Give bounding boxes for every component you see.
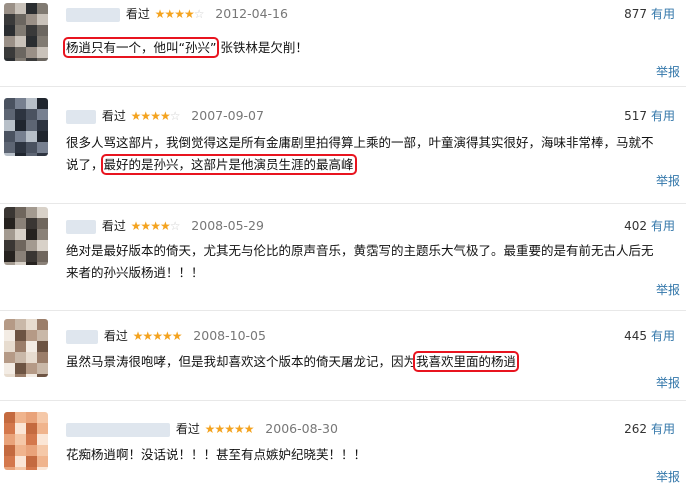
review-meta: 看过 ★★★★☆ 2008-05-29 402 有用 [66, 215, 681, 237]
report-link[interactable]: 举报 [656, 63, 680, 80]
review-meta: 看过 ★★★★☆ 2012-04-16 877 有用 [66, 3, 681, 25]
avatar[interactable] [4, 319, 48, 377]
review-item: 看过 ★★★★☆ 2012-04-16 877 有用 杨逍只有一个，他叫“孙兴” … [0, 0, 686, 87]
watched-label: 看过 [103, 329, 128, 343]
useful-link[interactable]: 有用 [651, 219, 675, 233]
username-blurred[interactable] [66, 219, 96, 234]
avatar[interactable] [4, 98, 48, 156]
rating-stars: ★★★★★ [204, 422, 255, 436]
vote-count: 402 有用 [624, 219, 675, 233]
review-item: 看过 ★★★★☆ 2008-05-29 402 有用 绝对是最好版本的倚天，尤其无… [0, 205, 686, 311]
review-item: 看过 ★★★★★ 2006-08-30 262 有用 花痴杨逍啊！没话说！！！甚至… [0, 404, 686, 493]
useful-link[interactable]: 有用 [651, 7, 675, 21]
watched-label: 看过 [101, 219, 126, 233]
watched-label: 看过 [101, 109, 126, 123]
review-meta: 看过 ★★★★★ 2008-10-05 445 有用 [66, 325, 681, 347]
useful-link[interactable]: 有用 [651, 329, 675, 343]
highlighted-text: 杨逍只有一个，他叫“孙兴” [62, 37, 220, 58]
review-date: 2008-05-29 [191, 218, 264, 233]
useful-link[interactable]: 有用 [651, 109, 675, 123]
watched-label: 看过 [175, 422, 200, 436]
review-comment: 杨逍只有一个，他叫“孙兴” 张铁林是欠削！ [62, 37, 308, 58]
review-comment: 虽然马景涛很咆哮，但是我却喜欢这个版本的倚天屠龙记，因为我喜欢里面的杨逍 [66, 351, 520, 372]
watched-label: 看过 [125, 7, 150, 21]
highlighted-text: 我喜欢里面的杨逍 [413, 351, 520, 372]
review-date: 2006-08-30 [265, 421, 338, 436]
review-date: 2007-09-07 [191, 108, 264, 123]
review-comment: 花痴杨逍啊！没话说！！！甚至有点嫉妒纪晓芙！！！ [66, 447, 367, 462]
review-meta: 看过 ★★★★☆ 2007-09-07 517 有用 [66, 105, 681, 127]
review-list: 看过 ★★★★☆ 2012-04-16 877 有用 杨逍只有一个，他叫“孙兴” … [0, 0, 686, 493]
rating-stars: ★★★★☆ [154, 7, 205, 21]
review-date: 2008-10-05 [193, 328, 266, 343]
report-link[interactable]: 举报 [656, 374, 680, 391]
username-blurred[interactable] [66, 422, 170, 437]
avatar[interactable] [4, 412, 48, 470]
vote-count: 445 有用 [624, 329, 675, 343]
report-link[interactable]: 举报 [656, 468, 680, 485]
review-comment: 很多人骂这部片，我倒觉得这是所有金庸剧里拍得算上乘的一部，叶童演得其实很好，海味… [66, 135, 654, 175]
username-blurred[interactable] [66, 7, 120, 22]
vote-count: 517 有用 [624, 109, 675, 123]
avatar[interactable] [4, 207, 48, 265]
vote-count: 877 有用 [624, 7, 675, 21]
rating-stars: ★★★★★ [132, 329, 183, 343]
useful-link[interactable]: 有用 [651, 422, 675, 436]
review-item: 看过 ★★★★☆ 2007-09-07 517 有用 很多人骂这部片，我倒觉得这是… [0, 95, 686, 204]
username-blurred[interactable] [66, 329, 98, 344]
report-link[interactable]: 举报 [656, 281, 680, 298]
highlighted-text: 最好的是孙兴，这部片是他演员生涯的最高峰 [100, 154, 357, 175]
avatar[interactable] [4, 3, 48, 61]
report-link[interactable]: 举报 [656, 172, 680, 189]
rating-stars: ★★★★☆ [130, 219, 181, 233]
vote-count: 262 有用 [624, 422, 675, 436]
review-meta: 看过 ★★★★★ 2006-08-30 262 有用 [66, 418, 681, 440]
username-blurred[interactable] [66, 109, 96, 124]
review-item: 看过 ★★★★★ 2008-10-05 445 有用 虽然马景涛很咆哮，但是我却喜… [0, 316, 686, 401]
rating-stars: ★★★★☆ [130, 109, 181, 123]
review-comment: 绝对是最好版本的倚天，尤其无与伦比的原声音乐，黄霑写的主题乐大气极了。最重要的是… [66, 243, 654, 280]
review-date: 2012-04-16 [215, 6, 288, 21]
